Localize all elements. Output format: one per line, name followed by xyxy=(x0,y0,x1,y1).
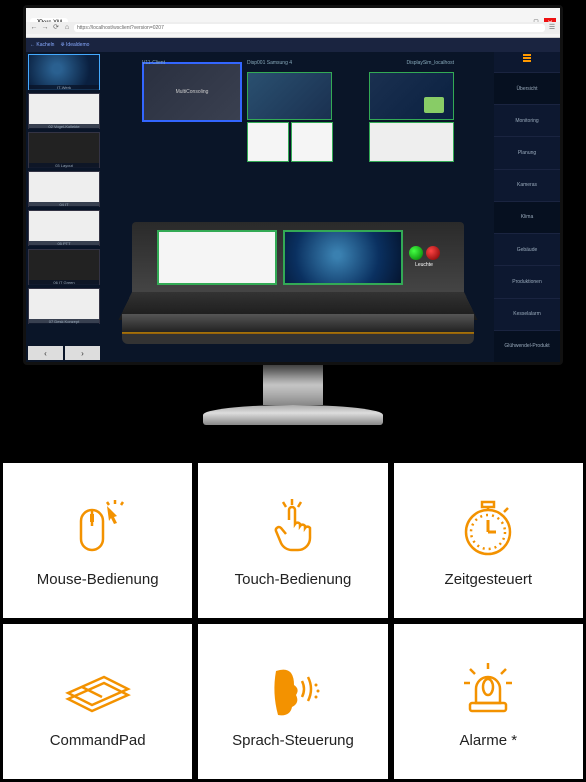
panel-title: DisplaySim_localhost xyxy=(406,60,454,66)
thumb-item[interactable]: 07 Desk Konzept xyxy=(28,288,100,324)
mouse-icon xyxy=(63,493,133,563)
voice-icon xyxy=(258,654,328,724)
sidebar-item-monitoring[interactable]: Monitoring xyxy=(494,104,560,136)
desk-screen-left[interactable] xyxy=(157,230,277,285)
brand-label: MultiConsoling xyxy=(176,89,209,95)
app-header: ← Kacheln ⟱ Idealdemo xyxy=(26,38,560,52)
feature-label: CommandPad xyxy=(50,732,146,749)
stopwatch-icon xyxy=(456,493,520,563)
sidebar-item-planning[interactable]: Planung xyxy=(494,136,560,168)
features-grid: Mouse-Bedienung Touch-Bedienung Zeitgest… xyxy=(0,460,586,782)
feature-alarm: Alarme * xyxy=(394,624,583,779)
app-body: IT-Werk 02 Vogel-Kollekte 03 Layout 04 I… xyxy=(26,52,560,362)
display-panel[interactable] xyxy=(247,72,332,120)
thumb-item[interactable]: 02 Vogel-Kollekte xyxy=(28,93,100,129)
panel-title: V11-Client xyxy=(142,60,165,66)
siren-icon xyxy=(456,654,520,724)
feature-mouse: Mouse-Bedienung xyxy=(3,463,192,618)
feature-label: Mouse-Bedienung xyxy=(37,571,159,588)
workspace: V11-Client MultiConsoling Disp001 Samsun… xyxy=(102,52,494,362)
stack-icon xyxy=(523,57,531,59)
green-light-icon[interactable] xyxy=(409,246,423,260)
sidebar-item-building[interactable]: Gebäude xyxy=(494,233,560,265)
sidebar-left: IT-Werk 02 Vogel-Kollekte 03 Layout 04 I… xyxy=(26,52,102,362)
monitor-stand-base xyxy=(203,405,383,425)
desk-screen-right[interactable] xyxy=(283,230,403,285)
app-window: ← Kacheln ⟱ Idealdemo IT-Werk 02 Vogel-K… xyxy=(26,38,560,362)
thumb-item[interactable]: 06 IT Green xyxy=(28,249,100,285)
sidebar-item-productions[interactable]: Produktionen xyxy=(494,265,560,297)
browser-toolbar: ← → ⟳ ⌂ https://localhost/wsclient?versi… xyxy=(26,22,560,34)
control-desk: Leuchte xyxy=(132,222,464,342)
feature-timer: Zeitgesteuert xyxy=(394,463,583,618)
thumb-next-button[interactable]: › xyxy=(65,346,100,360)
nav-back-link[interactable]: ← Kacheln xyxy=(30,42,54,48)
sidebar-item-overview[interactable]: Übersicht xyxy=(494,72,560,104)
stack-icon xyxy=(523,60,531,62)
display-panel[interactable] xyxy=(291,122,333,162)
thumb-item[interactable]: 04 IT xyxy=(28,171,100,207)
tablet-stack-icon xyxy=(60,654,136,724)
forward-icon[interactable]: → xyxy=(41,24,49,32)
lights-label: Leuchte xyxy=(409,262,440,268)
stack-icon xyxy=(523,54,531,56)
menu-icon[interactable]: ☰ xyxy=(548,24,556,32)
sidebar-item-cameras[interactable]: Kameras xyxy=(494,169,560,201)
video-wall: V11-Client MultiConsoling Disp001 Samsun… xyxy=(142,62,454,182)
url-bar[interactable]: https://localhost/wsclient?version=0207 xyxy=(74,24,545,32)
reload-icon[interactable]: ⟳ xyxy=(52,24,60,32)
display-panel[interactable] xyxy=(247,122,289,162)
panel-title: Disp001 Samsung 4 xyxy=(247,60,292,66)
sticky-note-icon[interactable] xyxy=(424,97,444,113)
sidebar-right: Übersicht Monitoring Planung Kameras Kli… xyxy=(494,52,560,362)
feature-label: Touch-Bedienung xyxy=(235,571,352,588)
monitor-screen: JPerc XM — □ ✕ ← → ⟳ ⌂ https://localhost… xyxy=(23,5,563,365)
desk-base xyxy=(122,314,474,344)
feature-label: Zeitgesteuert xyxy=(445,571,533,588)
monitor-mockup: JPerc XM — □ ✕ ← → ⟳ ⌂ https://localhost… xyxy=(0,0,586,460)
indicator-lights: Leuchte xyxy=(409,246,440,268)
display-panel[interactable] xyxy=(369,122,454,162)
monitor-stand-neck xyxy=(263,365,323,405)
feature-label: Sprach-Steuerung xyxy=(232,732,354,749)
sidebar-item-climate[interactable]: Klima xyxy=(494,201,560,233)
feature-label: Alarme * xyxy=(460,732,518,749)
sb-icon-stack xyxy=(494,52,560,72)
touch-icon xyxy=(261,493,325,563)
thumb-item[interactable]: 03 Layout xyxy=(28,132,100,168)
feature-commandpad: CommandPad xyxy=(3,624,192,779)
desk-monitors: Leuchte xyxy=(132,222,464,292)
thumb-item[interactable]: 05 PTT xyxy=(28,210,100,246)
back-icon[interactable]: ← xyxy=(30,24,38,32)
red-light-icon[interactable] xyxy=(426,246,440,260)
nav-mode-link[interactable]: ⟱ Idealdemo xyxy=(60,42,89,48)
sidebar-item-product[interactable]: Glühwendel-Produkt xyxy=(494,330,560,362)
main-panel[interactable]: MultiConsoling xyxy=(142,62,242,122)
sidebar-item-alarm[interactable]: Kesselalarm xyxy=(494,298,560,330)
feature-voice: Sprach-Steuerung xyxy=(198,624,387,779)
home-icon[interactable]: ⌂ xyxy=(63,24,71,32)
thumb-item[interactable]: IT-Werk xyxy=(28,54,100,90)
thumb-prev-button[interactable]: ‹ xyxy=(28,346,63,360)
feature-touch: Touch-Bedienung xyxy=(198,463,387,618)
